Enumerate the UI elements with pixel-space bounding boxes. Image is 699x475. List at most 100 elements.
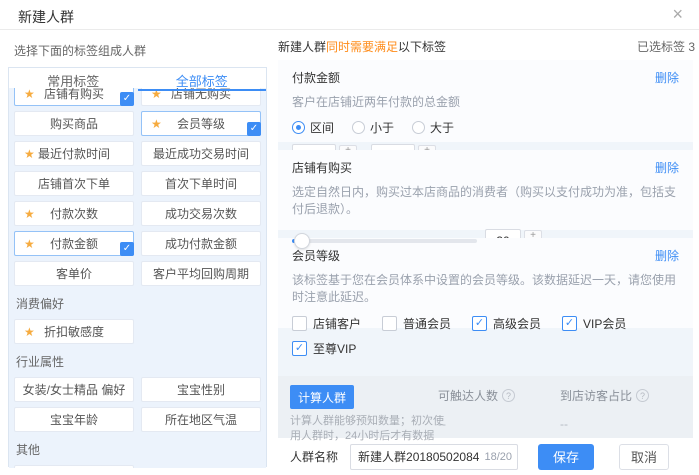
member-level-checkbox[interactable]: ✓ 普通会员 — [382, 315, 468, 332]
card-member-level: 会员等级 删除 该标签基于您在会员体系中设置的会员等级。该数据延迟一天，请您使用… — [278, 238, 693, 328]
range-mode-radios: 区间 小于 大于 — [292, 119, 679, 136]
tag-button[interactable]: 最近成功交易时间 — [141, 141, 261, 166]
tag-group-header: 行业属性 — [16, 353, 260, 370]
star-icon: ★ — [24, 325, 35, 339]
tag-grid: ★ 折扣敏感度 — [14, 319, 261, 344]
cancel-button[interactable]: 取消 — [619, 444, 669, 470]
tag-label: 付款金额 — [50, 235, 98, 252]
tag-button[interactable]: ★付款金额✓ — [14, 231, 134, 256]
tag-button[interactable]: ★付款次数 — [14, 201, 134, 226]
radio-icon — [412, 121, 425, 134]
delete-link[interactable]: 删除 — [655, 247, 679, 264]
tag-grid: 会员激活状态 — [14, 465, 261, 468]
radio-option[interactable]: 小于 — [352, 119, 394, 136]
col-header: 可触达人数 ? — [438, 387, 515, 404]
reachable-count-label: 可触达人数 — [438, 387, 498, 404]
tag-button[interactable]: 成功交易次数 — [141, 201, 261, 226]
tag-button[interactable]: 客单价 — [14, 261, 134, 286]
tag-label: 客户平均回购周期 — [153, 265, 249, 282]
checkbox-icon: ✓ — [292, 316, 307, 331]
compute-note-line2: 用人群时，24小时后才有数据 — [290, 429, 460, 444]
tag-list: ★店铺有购买✓★店铺无购买购买商品★会员等级✓★最近付款时间最近成功交易时间店铺… — [9, 88, 266, 468]
card-title: 付款金额 — [292, 69, 340, 86]
card-payment-amount: 付款金额 删除 客户在店铺近两年付款的总金额 区间小于大于 +− - +− 元 — [278, 60, 693, 142]
config-header-prefix: 新建人群 — [278, 40, 326, 54]
card-shop-purchase: 店铺有购买 删除 选定自然日内，购买过本店商品的消费者（购买以支付成功为准，包括… — [278, 150, 693, 230]
tab-all-tags[interactable]: 全部标签 — [138, 68, 267, 88]
checkbox-icon: ✓ — [382, 316, 397, 331]
help-icon[interactable]: ? — [636, 389, 649, 402]
tag-button[interactable]: 客户平均回购周期 — [141, 261, 261, 286]
tag-button[interactable]: ★会员等级✓ — [141, 111, 261, 136]
tag-label: 客单价 — [56, 265, 92, 282]
card-desc: 选定自然日内，购买过本店商品的消费者（购买以支付成功为准，包括支付后退款）。 — [292, 183, 679, 217]
radio-icon — [352, 121, 365, 134]
tag-container: 常用标签全部标签 ★店铺有购买✓★店铺无购买购买商品★会员等级✓★最近付款时间最… — [8, 67, 267, 467]
card-desc: 该标签基于您在会员体系中设置的会员等级。该数据延迟一天，请您使用时注意此延迟。 — [292, 271, 679, 305]
radio-label: 区间 — [310, 119, 334, 136]
tag-button[interactable]: 成功付款金额 — [141, 231, 261, 256]
save-button[interactable]: 保存 — [538, 444, 594, 470]
tag-button[interactable]: ★最近付款时间 — [14, 141, 134, 166]
reachable-count-value: -- — [438, 417, 515, 431]
visit-ratio-column: 到店访客占比 ? -- — [560, 387, 649, 431]
tag-button[interactable]: 首次下单时间 — [141, 171, 261, 196]
tag-button[interactable]: 购买商品 — [14, 111, 134, 136]
radio-label: 大于 — [430, 119, 454, 136]
tag-label: 最近成功交易时间 — [153, 145, 249, 162]
dialog-header: 新建人群 × — [0, 0, 699, 30]
member-level-checkbox[interactable]: ✓VIP会员 — [562, 315, 648, 332]
checkbox-checked-icon: ✓ — [120, 92, 134, 106]
card-head: 付款金额 删除 — [292, 69, 679, 86]
help-icon[interactable]: ? — [502, 389, 515, 402]
tag-button[interactable]: 店铺首次下单 — [14, 171, 134, 196]
radio-option[interactable]: 区间 — [292, 119, 334, 136]
radio-option[interactable]: 大于 — [412, 119, 454, 136]
tag-label: 折扣敏感度 — [44, 323, 104, 340]
card-head: 会员等级 删除 — [292, 247, 679, 264]
tag-button[interactable]: 宝宝性别 — [141, 377, 261, 402]
tag-label: 宝宝性别 — [177, 381, 225, 398]
dialog-body: 选择下面的标签组成人群 常用标签全部标签 ★店铺有购买✓★店铺无购买购买商品★会… — [0, 30, 699, 475]
visit-ratio-label: 到店访客占比 — [560, 387, 632, 404]
star-icon: ★ — [24, 207, 35, 221]
member-level-checkbox[interactable]: ✓高级会员 — [472, 315, 558, 332]
tag-tabs: 常用标签全部标签 — [9, 68, 266, 88]
tag-group-header: 其他 — [16, 441, 260, 458]
delete-link[interactable]: 删除 — [655, 69, 679, 86]
tag-label: 店铺首次下单 — [38, 175, 110, 192]
slider-handle[interactable] — [294, 233, 310, 249]
delete-link[interactable]: 删除 — [655, 159, 679, 176]
tag-button[interactable]: 宝宝年龄 — [14, 407, 134, 432]
radio-selected-icon — [292, 121, 305, 134]
radio-label: 小于 — [370, 119, 394, 136]
condition-cards: 付款金额 删除 客户在店铺近两年付款的总金额 区间小于大于 +− - +− 元 — [278, 60, 693, 475]
config-header-highlight: 同时需要满足 — [326, 40, 398, 54]
checkbox-label: 普通会员 — [403, 315, 451, 332]
slider-track[interactable] — [292, 239, 477, 243]
config-header-text: 新建人群同时需要满足以下标签 — [278, 38, 446, 55]
tag-label: 宝宝年龄 — [50, 411, 98, 428]
dialog-title: 新建人群 — [18, 7, 74, 27]
member-level-checkbox[interactable]: ✓ 店铺客户 — [292, 315, 378, 332]
tag-button[interactable]: 会员激活状态 — [14, 465, 134, 468]
audience-name-label: 人群名称 — [290, 448, 338, 465]
card-title: 店铺有购买 — [292, 159, 352, 176]
checkbox-label: 店铺客户 — [313, 315, 361, 332]
tag-label: 成功付款金额 — [165, 235, 237, 252]
create-audience-dialog: 新建人群 × 选择下面的标签组成人群 常用标签全部标签 ★店铺有购买✓★店铺无购… — [0, 0, 699, 475]
tag-button[interactable]: 所在地区气温 — [141, 407, 261, 432]
close-icon[interactable]: × — [672, 4, 683, 24]
reachable-count-column: 可触达人数 ? -- — [438, 387, 515, 431]
tag-button[interactable]: ★店铺有购买✓ — [14, 88, 134, 106]
tag-button[interactable]: ★ 折扣敏感度 — [14, 319, 134, 344]
compute-audience-button[interactable]: 计算人群 — [290, 385, 354, 409]
config-header-suffix: 以下标签 — [398, 40, 446, 54]
tag-label: 店铺有购买 — [44, 88, 104, 102]
checkbox-label: VIP会员 — [583, 315, 626, 332]
tag-label: 最近付款时间 — [38, 145, 110, 162]
tag-button[interactable]: 女装/女士精品 偏好 — [14, 377, 134, 402]
tag-picker-panel: 选择下面的标签组成人群 常用标签全部标签 ★店铺有购买✓★店铺无购买购买商品★会… — [0, 30, 278, 475]
tab-common-tags[interactable]: 常用标签 — [9, 68, 138, 88]
tag-group-header: 消费偏好 — [16, 295, 260, 312]
